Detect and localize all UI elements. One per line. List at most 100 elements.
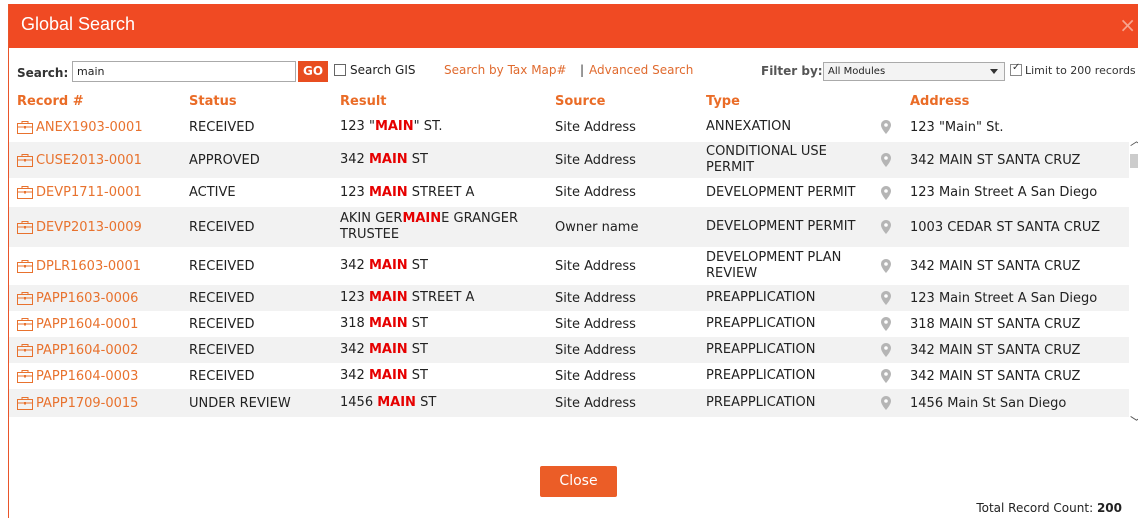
scroll-down-icon[interactable]: ﹀ xyxy=(1130,412,1138,431)
table-row[interactable]: PAPP1604-0003 RECEIVED 342 MAIN ST Site Add… xyxy=(9,363,1129,389)
result-cell: AKIN GERMAINE GRANGER TRUSTEE xyxy=(340,207,540,247)
limit-records-checkbox[interactable]: ✓ xyxy=(1010,62,1022,76)
address-cell: 1003 CEDAR ST SANTA CRUZ xyxy=(910,219,1101,235)
source-cell: Site Address xyxy=(555,290,636,306)
pin-cell xyxy=(881,142,891,178)
map-pin-icon[interactable] xyxy=(881,396,891,410)
record-link[interactable]: ANEX1903-0001 xyxy=(36,120,143,135)
result-text: 342 xyxy=(340,258,369,273)
filter-selected-value: All Modules xyxy=(828,66,886,77)
table-row[interactable]: PAPP1709-0015 UNDER REVIEW 1456 MAIN ST Sit… xyxy=(9,389,1129,417)
result-highlight: MAIN xyxy=(368,342,408,357)
record-cell: ANEX1903-0001 xyxy=(17,112,143,142)
source-cell: Owner name xyxy=(555,219,639,235)
result-highlight: MAIN xyxy=(374,119,414,134)
record-link[interactable]: DEVP1711-0001 xyxy=(36,185,142,200)
source-cell: Site Address xyxy=(555,152,636,168)
result-text: ST xyxy=(407,316,428,331)
record-link[interactable]: PAPP1603-0006 xyxy=(36,291,138,306)
record-link[interactable]: DPLR1603-0001 xyxy=(36,259,141,274)
status-cell: RECEIVED xyxy=(189,342,255,358)
column-header-result[interactable]: Result xyxy=(340,94,387,109)
link-separator: | xyxy=(580,63,585,77)
source-cell: Site Address xyxy=(555,119,636,135)
global-search-dialog: Global Search × Search: GO Search GIS Se… xyxy=(8,4,1138,518)
address-cell: 342 MAIN ST SANTA CRUZ xyxy=(910,152,1081,168)
table-row[interactable]: PAPP1604-0001 RECEIVED 318 MAIN ST Site Add… xyxy=(9,311,1129,337)
advanced-search-link[interactable]: Advanced Search xyxy=(589,63,693,77)
map-pin-icon[interactable] xyxy=(881,369,891,383)
source-cell: Site Address xyxy=(555,185,636,200)
table-row[interactable]: PAPP1603-0006 RECEIVED 123 MAIN STREET A Si… xyxy=(9,285,1129,311)
filter-modules-select[interactable]: All Modules xyxy=(823,62,1005,81)
result-cell: 342 MAIN ST xyxy=(340,142,540,178)
status-cell: RECEIVED xyxy=(189,290,255,306)
map-pin-icon[interactable] xyxy=(881,259,891,273)
pin-cell xyxy=(881,112,891,142)
record-cell: DEVP2013-0009 xyxy=(17,207,142,247)
result-highlight: MAIN xyxy=(402,211,442,226)
folder-icon xyxy=(17,369,33,383)
record-link[interactable]: DEVP2013-0009 xyxy=(36,220,142,235)
record-link[interactable]: PAPP1604-0002 xyxy=(36,343,138,358)
address-cell: 318 MAIN ST SANTA CRUZ xyxy=(910,316,1081,332)
table-row[interactable]: ANEX1903-0001 RECEIVED 123 "MAIN" ST. Site … xyxy=(9,112,1129,142)
result-text: 342 xyxy=(340,342,369,357)
close-icon[interactable]: × xyxy=(1119,15,1136,35)
pin-cell xyxy=(881,311,891,337)
table-row[interactable]: PAPP1604-0002 RECEIVED 342 MAIN ST Site Add… xyxy=(9,337,1129,363)
column-header-address[interactable]: Address xyxy=(910,94,969,109)
type-cell: ANNEXATION xyxy=(706,119,792,134)
result-highlight: MAIN xyxy=(368,290,408,305)
type-cell: CONDITIONAL USE PERMIT xyxy=(706,144,827,175)
address-cell: 1456 Main St San Diego xyxy=(910,395,1067,411)
table-row[interactable]: CUSE2013-0001 APPROVED 342 MAIN ST Site Add… xyxy=(9,142,1129,178)
map-pin-icon[interactable] xyxy=(881,185,891,200)
result-highlight: MAIN xyxy=(377,395,416,410)
total-record-count: Total Record Count: 200 xyxy=(976,501,1122,515)
scrollbar-thumb[interactable] xyxy=(1130,154,1138,168)
result-text: AKIN GER xyxy=(340,211,403,226)
record-link[interactable]: PAPP1604-0003 xyxy=(36,369,138,384)
result-highlight: MAIN xyxy=(368,184,408,200)
map-pin-icon[interactable] xyxy=(881,153,891,167)
pin-cell xyxy=(881,389,891,417)
table-row[interactable]: DEVP2013-0009 RECEIVED AKIN GERMAINE GRANG… xyxy=(9,207,1129,247)
result-text: ST xyxy=(407,368,428,383)
source-cell: Site Address xyxy=(555,368,636,384)
close-button[interactable]: Close xyxy=(540,466,617,497)
map-pin-icon[interactable] xyxy=(881,317,891,331)
map-pin-icon[interactable] xyxy=(881,291,891,305)
record-link[interactable]: PAPP1604-0001 xyxy=(36,317,138,332)
status-cell: APPROVED xyxy=(189,152,260,168)
pin-cell xyxy=(881,178,891,207)
result-text: ST xyxy=(407,152,428,167)
map-pin-icon[interactable] xyxy=(881,343,891,357)
type-cell: PREAPPLICATION xyxy=(706,368,816,383)
folder-icon xyxy=(17,317,33,331)
map-pin-icon[interactable] xyxy=(881,220,891,234)
go-button[interactable]: GO xyxy=(298,61,328,82)
column-header-status[interactable]: Status xyxy=(189,94,237,109)
result-text: 318 xyxy=(340,316,369,331)
limit-records-label: Limit to 200 records xyxy=(1025,64,1136,77)
column-header-record[interactable]: Record # xyxy=(17,94,84,109)
column-header-source[interactable]: Source xyxy=(555,94,605,109)
result-cell: 342 MAIN ST xyxy=(340,247,540,285)
map-pin-icon[interactable] xyxy=(881,120,891,134)
scroll-up-icon[interactable]: ︿ xyxy=(1130,130,1138,149)
table-row[interactable]: DEVP1711-0001 ACTIVE 123 MAIN STREET A Site… xyxy=(9,178,1129,207)
address-cell: 123 Main Street A San Diego xyxy=(910,290,1098,306)
search-by-tax-map-link[interactable]: Search by Tax Map# xyxy=(444,63,567,77)
folder-icon xyxy=(17,153,33,167)
column-header-type[interactable]: Type xyxy=(706,94,740,109)
record-link[interactable]: PAPP1709-0015 xyxy=(36,396,138,411)
search-input[interactable] xyxy=(72,61,296,82)
record-link[interactable]: CUSE2013-0001 xyxy=(36,153,142,168)
record-cell: CUSE2013-0001 xyxy=(17,142,142,178)
total-record-label: Total Record Count: xyxy=(976,501,1094,515)
search-gis-checkbox[interactable] xyxy=(334,64,346,76)
table-row[interactable]: DPLR1603-0001 RECEIVED 342 MAIN ST Site Add… xyxy=(9,247,1129,285)
folder-icon xyxy=(17,186,33,199)
type-cell: DEVELOPMENT PERMIT xyxy=(706,184,856,200)
